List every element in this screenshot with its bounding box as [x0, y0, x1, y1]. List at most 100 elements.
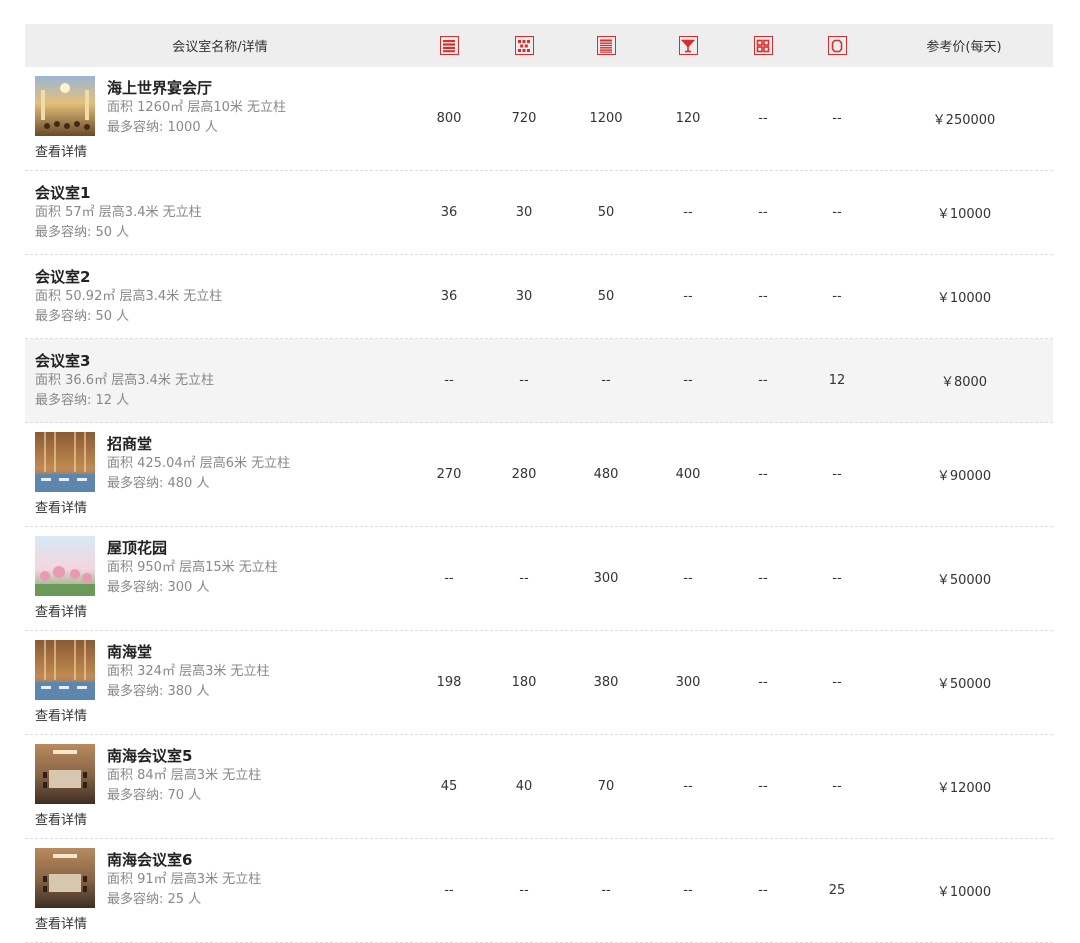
theater-layout-icon — [439, 36, 459, 55]
room-info: 会议室2 面积 50.92㎡ 层高3.4米 无立柱 最多容纳: 50 人 — [35, 267, 222, 327]
room-area-info: 面积 57㎡ 层高3.4米 无立柱 — [35, 205, 202, 220]
round-table-capacity-cell: 720 — [511, 111, 537, 126]
room-capacity: 最多容纳: 1000 人 — [107, 120, 218, 135]
price-cell: ￥50000 — [936, 677, 992, 692]
classroom-capacity-cell: 1200 — [589, 111, 623, 126]
round-table-layout-icon — [514, 36, 534, 55]
room-capacity: 最多容纳: 50 人 — [35, 309, 130, 324]
u-shape-capacity-cell: -- — [832, 205, 842, 220]
cocktail-capacity-cell: 300 — [675, 675, 701, 690]
room-capacity: 最多容纳: 50 人 — [35, 225, 130, 240]
garden-photo[interactable] — [35, 536, 95, 596]
room-area-info: 面积 324㎡ 层高3米 无立柱 — [107, 664, 270, 679]
room-area-info: 面积 91㎡ 层高3米 无立柱 — [107, 872, 262, 887]
u-shape-capacity-cell: -- — [832, 571, 842, 586]
table-row: 查看详情 南海会议室6 面积 91㎡ 层高3米 无立柱 最多容纳: 25 人 -- -- -… — [25, 839, 1053, 943]
price-cell: ￥10000 — [936, 885, 992, 900]
cocktail-layout-icon — [678, 36, 698, 55]
room-area-info: 面积 425.04㎡ 层高6米 无立柱 — [107, 456, 291, 471]
classroom-capacity-cell: -- — [601, 373, 611, 388]
room-area-info: 面积 84㎡ 层高3米 无立柱 — [107, 768, 262, 783]
price-cell: ￥250000 — [932, 113, 996, 128]
boardroom-capacity-cell: -- — [758, 883, 768, 898]
room-area-info: 面积 1260㎡ 层高10米 无立柱 — [107, 100, 287, 115]
u-shape-capacity-cell: -- — [832, 675, 842, 690]
room-capacity: 最多容纳: 480 人 — [107, 476, 210, 491]
hall-photo[interactable] — [35, 640, 95, 700]
boardroom-column-header — [728, 24, 798, 67]
boardroom-capacity-cell: -- — [758, 779, 768, 794]
table-header: 会议室名称/详情 参考价(每天) — [25, 24, 1053, 67]
price-cell: ￥10000 — [936, 291, 992, 306]
room-capacity: 最多容纳: 380 人 — [107, 684, 210, 699]
cocktail-capacity-cell: -- — [683, 373, 693, 388]
cocktail-column-header — [653, 24, 723, 67]
cocktail-capacity-cell: 400 — [675, 467, 701, 482]
price-cell: ￥90000 — [936, 469, 992, 484]
cocktail-capacity-cell: -- — [683, 289, 693, 304]
classroom-capacity-cell: 480 — [593, 467, 619, 482]
cocktail-capacity-cell: 120 — [675, 111, 701, 126]
cocktail-capacity-cell: -- — [683, 205, 693, 220]
meeting-room-photo[interactable] — [35, 744, 95, 804]
room-info: 会议室1 面积 57㎡ 层高3.4米 无立柱 最多容纳: 50 人 — [35, 183, 202, 243]
room-name: 会议室3 — [35, 352, 91, 370]
price-cell: ￥12000 — [936, 781, 992, 796]
room-name: 南海会议室6 — [107, 851, 193, 869]
u-shape-capacity-cell: -- — [832, 779, 842, 794]
room-name: 会议室2 — [35, 268, 91, 286]
room-name: 会议室1 — [35, 184, 91, 202]
classroom-capacity-cell: -- — [601, 883, 611, 898]
room-area-info: 面积 950㎡ 层高15米 无立柱 — [107, 560, 278, 575]
banquet-hall-photo[interactable] — [35, 76, 95, 136]
boardroom-capacity-cell: -- — [758, 675, 768, 690]
view-details-link[interactable]: 查看详情 — [35, 497, 87, 516]
boardroom-capacity-cell: -- — [758, 289, 768, 304]
room-name: 招商堂 — [107, 435, 153, 453]
price-cell: ￥8000 — [940, 375, 988, 390]
table-row: 会议室2 面积 50.92㎡ 层高3.4米 无立柱 最多容纳: 50 人 36 30 50… — [25, 255, 1053, 339]
theater-capacity-cell: 36 — [440, 205, 458, 220]
room-capacity: 最多容纳: 70 人 — [107, 788, 202, 803]
room-info: 会议室3 面积 36.6㎡ 层高3.4米 无立柱 最多容纳: 12 人 — [35, 351, 214, 411]
u-shape-capacity-cell: 25 — [828, 883, 846, 898]
room-info: 屋顶花园 面积 950㎡ 层高15米 无立柱 最多容纳: 300 人 — [107, 538, 278, 598]
boardroom-capacity-cell: -- — [758, 205, 768, 220]
room-capacity: 最多容纳: 25 人 — [107, 892, 202, 907]
round-table-capacity-cell: 30 — [515, 289, 533, 304]
view-details-link[interactable]: 查看详情 — [35, 601, 87, 620]
room-capacity: 最多容纳: 12 人 — [35, 393, 130, 408]
price-column-header: 参考价(每天) — [926, 40, 1002, 55]
classroom-capacity-cell: 300 — [593, 571, 619, 586]
name-column-header: 会议室名称/详情 — [172, 40, 268, 55]
round-table-capacity-cell: -- — [519, 571, 529, 586]
round-table-capacity-cell: -- — [519, 883, 529, 898]
boardroom-capacity-cell: -- — [758, 467, 768, 482]
theater-capacity-cell: 45 — [440, 779, 458, 794]
classroom-capacity-cell: 50 — [597, 205, 615, 220]
room-info: 南海堂 面积 324㎡ 层高3米 无立柱 最多容纳: 380 人 — [107, 642, 269, 702]
hall-photo[interactable] — [35, 432, 95, 492]
table-row: 查看详情 招商堂 面积 425.04㎡ 层高6米 无立柱 最多容纳: 480 人 270… — [25, 423, 1053, 527]
classroom-capacity-cell: 50 — [597, 289, 615, 304]
u-shape-capacity-cell: -- — [832, 111, 842, 126]
view-details-link[interactable]: 查看详情 — [35, 913, 87, 932]
view-details-link[interactable]: 查看详情 — [35, 809, 87, 828]
round-table-capacity-cell: 280 — [511, 467, 537, 482]
theater-capacity-cell: 36 — [440, 289, 458, 304]
classroom-capacity-cell: 70 — [597, 779, 615, 794]
room-table: 会议室名称/详情 参考价(每天) 查看详情 海上世界宴会厅 面积 1260㎡ 层… — [25, 24, 1053, 943]
cocktail-capacity-cell: -- — [683, 571, 693, 586]
classroom-layout-icon — [596, 36, 616, 55]
room-name: 南海会议室5 — [107, 747, 193, 765]
room-capacity: 最多容纳: 300 人 — [107, 580, 210, 595]
room-area-info: 面积 50.92㎡ 层高3.4米 无立柱 — [35, 289, 223, 304]
view-details-link[interactable]: 查看详情 — [35, 141, 87, 160]
theater-column-header — [414, 24, 484, 67]
meeting-room-photo[interactable] — [35, 848, 95, 908]
round-table-capacity-cell: 30 — [515, 205, 533, 220]
table-row: 会议室1 面积 57㎡ 层高3.4米 无立柱 最多容纳: 50 人 36 30 50 -- -… — [25, 171, 1053, 255]
theater-capacity-cell: 800 — [436, 111, 462, 126]
room-info: 南海会议室6 面积 91㎡ 层高3米 无立柱 最多容纳: 25 人 — [107, 850, 261, 910]
view-details-link[interactable]: 查看详情 — [35, 705, 87, 724]
